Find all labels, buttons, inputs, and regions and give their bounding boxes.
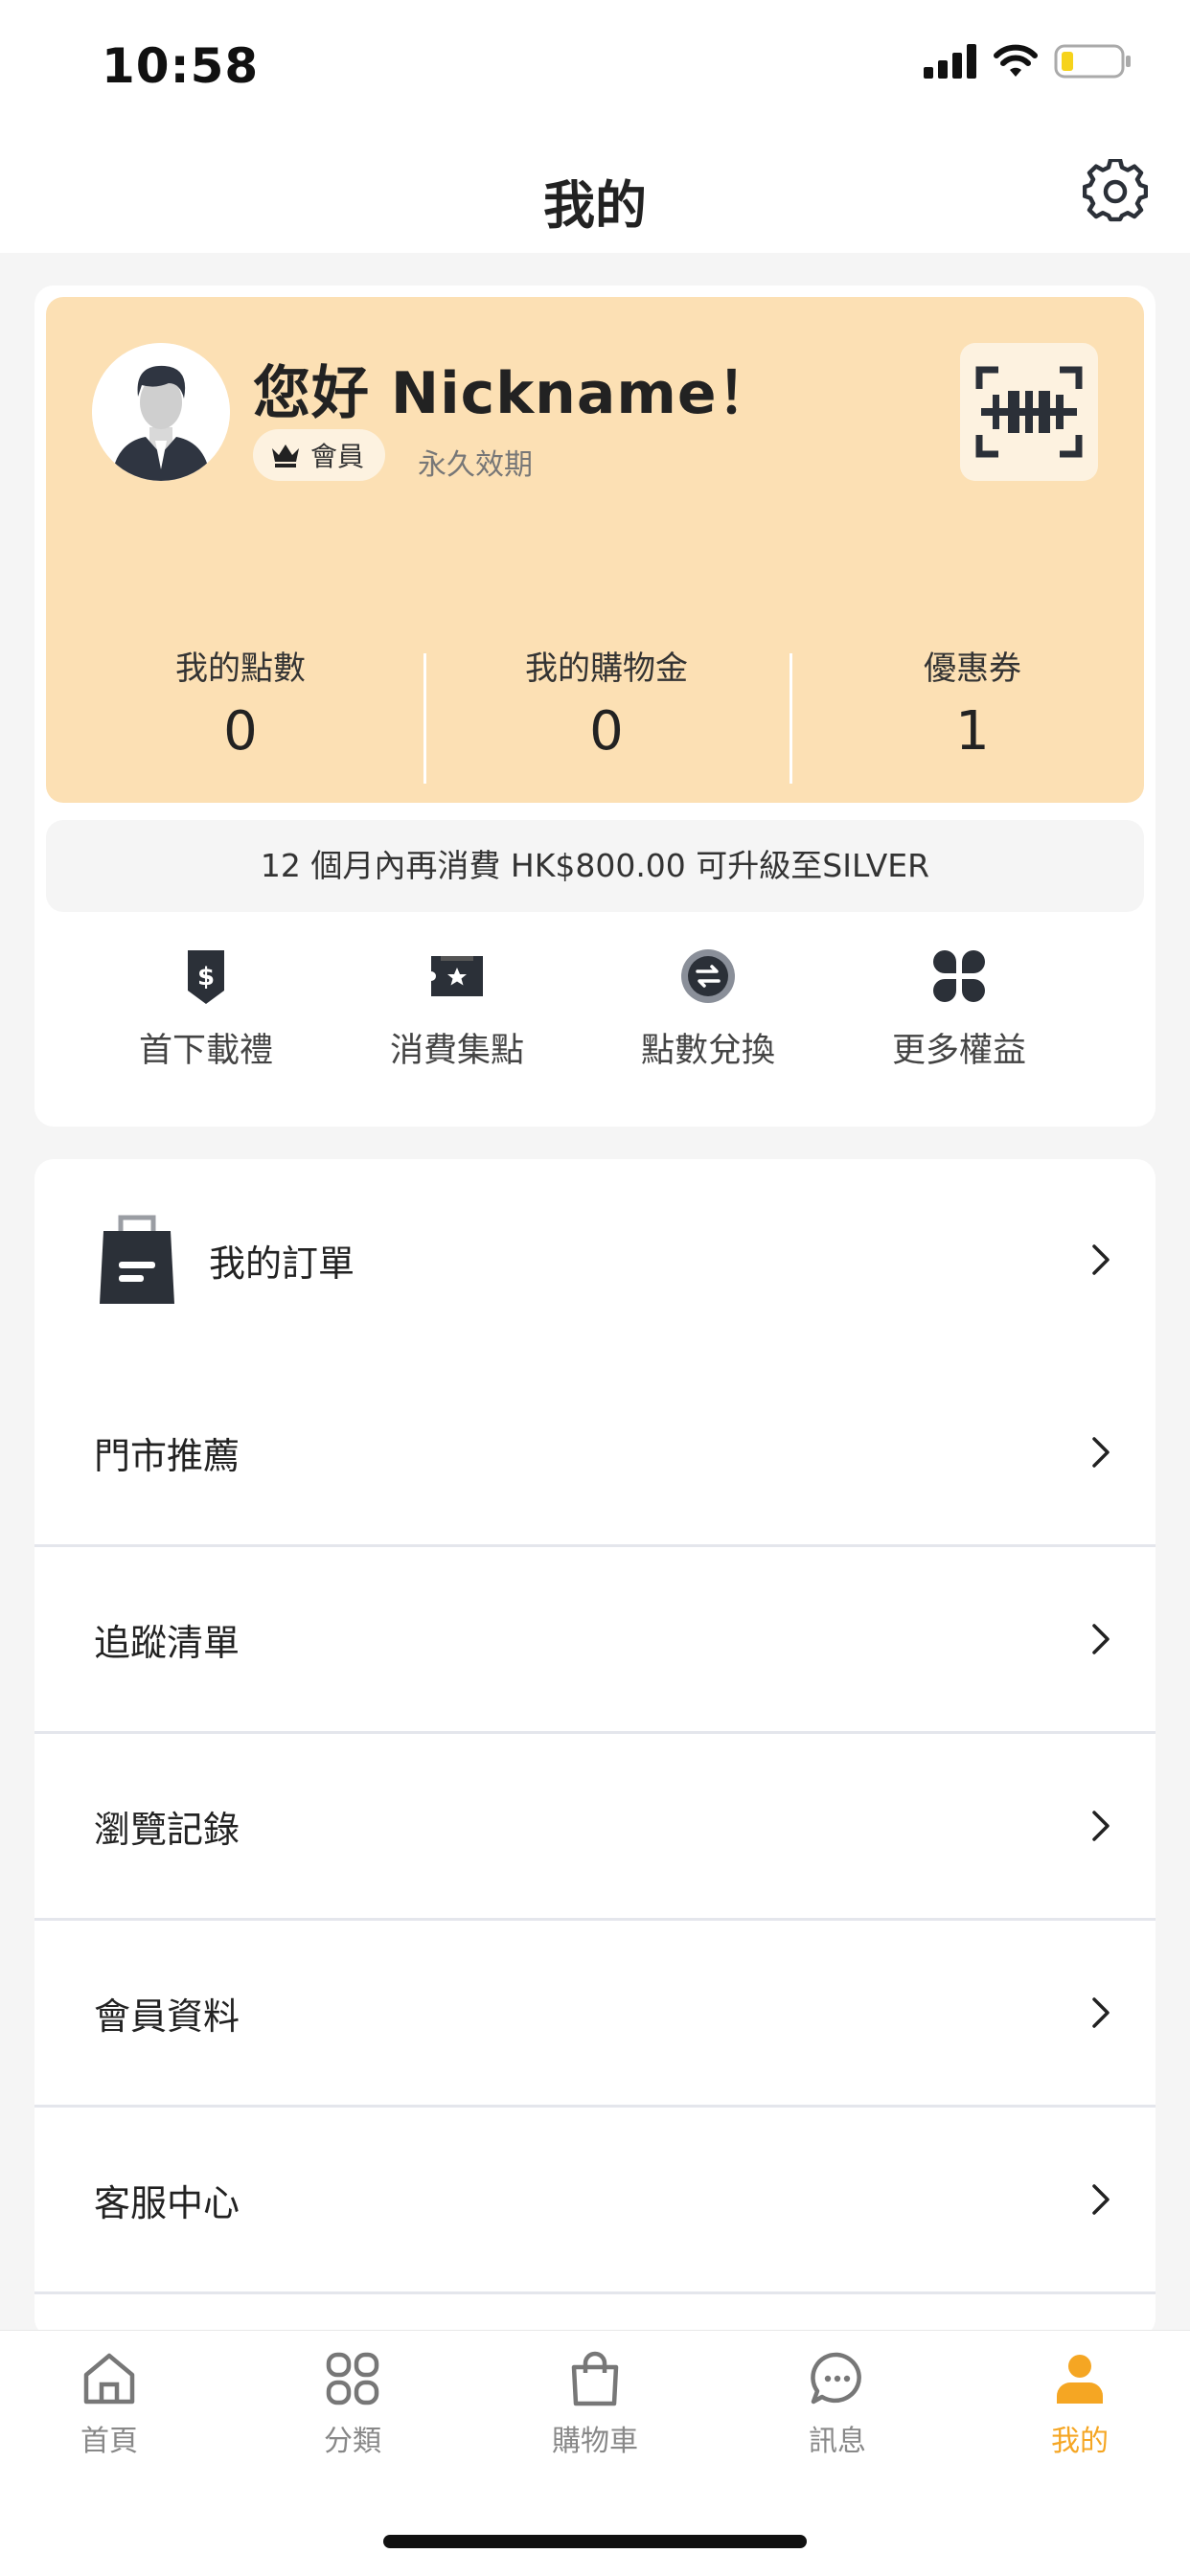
- menu-label: 我的訂單: [209, 1242, 355, 1285]
- tab-label: 首頁: [80, 2425, 138, 2458]
- stat-label: 我的點數: [175, 650, 306, 688]
- menu-label: 追蹤清單: [94, 1621, 240, 1664]
- benefits-row: $ 首下載禮 消費集點 點數兌換 更多權益: [34, 946, 1156, 1072]
- member-stats: 我的點數 0 我的購物金 0 優惠券 1: [57, 632, 1156, 784]
- stat-points[interactable]: 我的點數 0: [57, 632, 423, 776]
- home-indicator: [383, 2535, 807, 2548]
- barcode-scan-icon: [975, 366, 1083, 458]
- tab-cart[interactable]: 購物車: [518, 2350, 672, 2459]
- shopping-bag-icon: [100, 1215, 174, 1304]
- menu-item-store-recommend[interactable]: 門市推薦: [34, 1360, 1156, 1547]
- shopping-bag-icon: [571, 2351, 619, 2406]
- avatar[interactable]: [92, 343, 230, 481]
- profile-icon: [1057, 2355, 1103, 2404]
- download-gift-icon: $: [188, 950, 224, 1004]
- menu-item-orders[interactable]: 我的訂單: [34, 1159, 1156, 1360]
- gear-icon[interactable]: [1083, 159, 1148, 224]
- nav-bar: 我的: [0, 126, 1190, 253]
- stat-value: 1: [955, 700, 990, 763]
- benefit-points-exchange[interactable]: 點數兌換: [583, 946, 834, 1072]
- crown-icon: [272, 445, 299, 467]
- menu-list: 我的訂單 門市推薦 追蹤清單 瀏覽記錄 會員資料 客服中心: [34, 1159, 1156, 2337]
- stat-value: 0: [223, 700, 258, 763]
- tier-label: 會員: [310, 441, 365, 472]
- chevron-right-icon: [1092, 1624, 1110, 1654]
- member-info-panel: 您好 Nickname！ 會員 永久效期 我的點數 0 我的購物金 0 優惠券 …: [46, 297, 1144, 803]
- tab-label: 分類: [324, 2425, 381, 2458]
- status-bar: 10:58: [0, 0, 1190, 126]
- chevron-right-icon: [1092, 2184, 1110, 2215]
- exchange-icon: [681, 949, 735, 1003]
- stat-label: 我的購物金: [525, 650, 688, 688]
- status-time: 10:58: [102, 38, 260, 94]
- stat-coupons[interactable]: 優惠券 1: [790, 632, 1156, 784]
- benefit-label: 消費集點: [389, 1032, 524, 1070]
- member-code-button[interactable]: [960, 343, 1098, 481]
- benefit-download-gift[interactable]: $ 首下載禮: [80, 946, 332, 1072]
- more-benefits-icon: [933, 950, 985, 1002]
- member-card: 您好 Nickname！ 會員 永久效期 我的點數 0 我的購物金 0 優惠券 …: [34, 285, 1156, 1127]
- benefit-more[interactable]: 更多權益: [834, 946, 1085, 1072]
- tab-label: 訊息: [809, 2425, 866, 2458]
- tab-label: 購物車: [552, 2425, 638, 2458]
- greeting: 您好 Nickname！: [253, 360, 776, 427]
- benefit-collect-points[interactable]: 消費集點: [332, 946, 583, 1072]
- menu-item-watchlist[interactable]: 追蹤清單: [34, 1547, 1156, 1734]
- battery-icon: [1054, 44, 1131, 79]
- menu-label: 門市推薦: [94, 1434, 240, 1477]
- tier-badge: 會員: [253, 429, 386, 481]
- tab-home[interactable]: 首頁: [33, 2350, 186, 2459]
- stat-label: 優惠券: [924, 650, 1021, 688]
- menu-item-customer-service[interactable]: 客服中心: [34, 2108, 1156, 2294]
- menu-item-member-info[interactable]: 會員資料: [34, 1921, 1156, 2108]
- tab-profile[interactable]: 我的: [1003, 2350, 1156, 2459]
- stat-shopping-credit[interactable]: 我的購物金 0: [423, 632, 790, 784]
- tab-label: 我的: [1051, 2425, 1109, 2458]
- chevron-right-icon: [1092, 1811, 1110, 1841]
- wifi-icon: [994, 44, 1038, 77]
- benefit-label: 點數兌換: [640, 1032, 775, 1070]
- signal-icon: [924, 44, 976, 79]
- category-icon: [326, 2352, 379, 2405]
- chevron-right-icon: [1092, 1997, 1110, 2028]
- upgrade-banner[interactable]: 12 個月內再消費 HK$800.00 可升級至SILVER: [46, 820, 1144, 912]
- menu-label: 瀏覽記錄: [94, 1808, 240, 1851]
- avatar-icon: [92, 343, 230, 481]
- chevron-right-icon: [1092, 1437, 1110, 1468]
- menu-item-browse-history[interactable]: 瀏覽記錄: [34, 1734, 1156, 1921]
- svg-text:$: $: [197, 963, 215, 992]
- benefit-label: 更多權益: [891, 1032, 1026, 1070]
- page-title: 我的: [543, 175, 647, 236]
- chevron-right-icon: [1092, 1244, 1110, 1275]
- status-icons: [924, 42, 1133, 80]
- tab-category[interactable]: 分類: [276, 2350, 429, 2459]
- menu-label: 會員資料: [94, 1995, 240, 2038]
- tab-messages[interactable]: 訊息: [761, 2350, 914, 2459]
- ticket-star-icon: [431, 956, 483, 996]
- home-icon: [83, 2353, 135, 2405]
- message-icon: [811, 2352, 861, 2405]
- stat-value: 0: [589, 700, 624, 763]
- benefit-label: 首下載禮: [138, 1032, 273, 1070]
- validity-text: 永久效期: [418, 448, 533, 482]
- menu-label: 客服中心: [94, 2181, 240, 2224]
